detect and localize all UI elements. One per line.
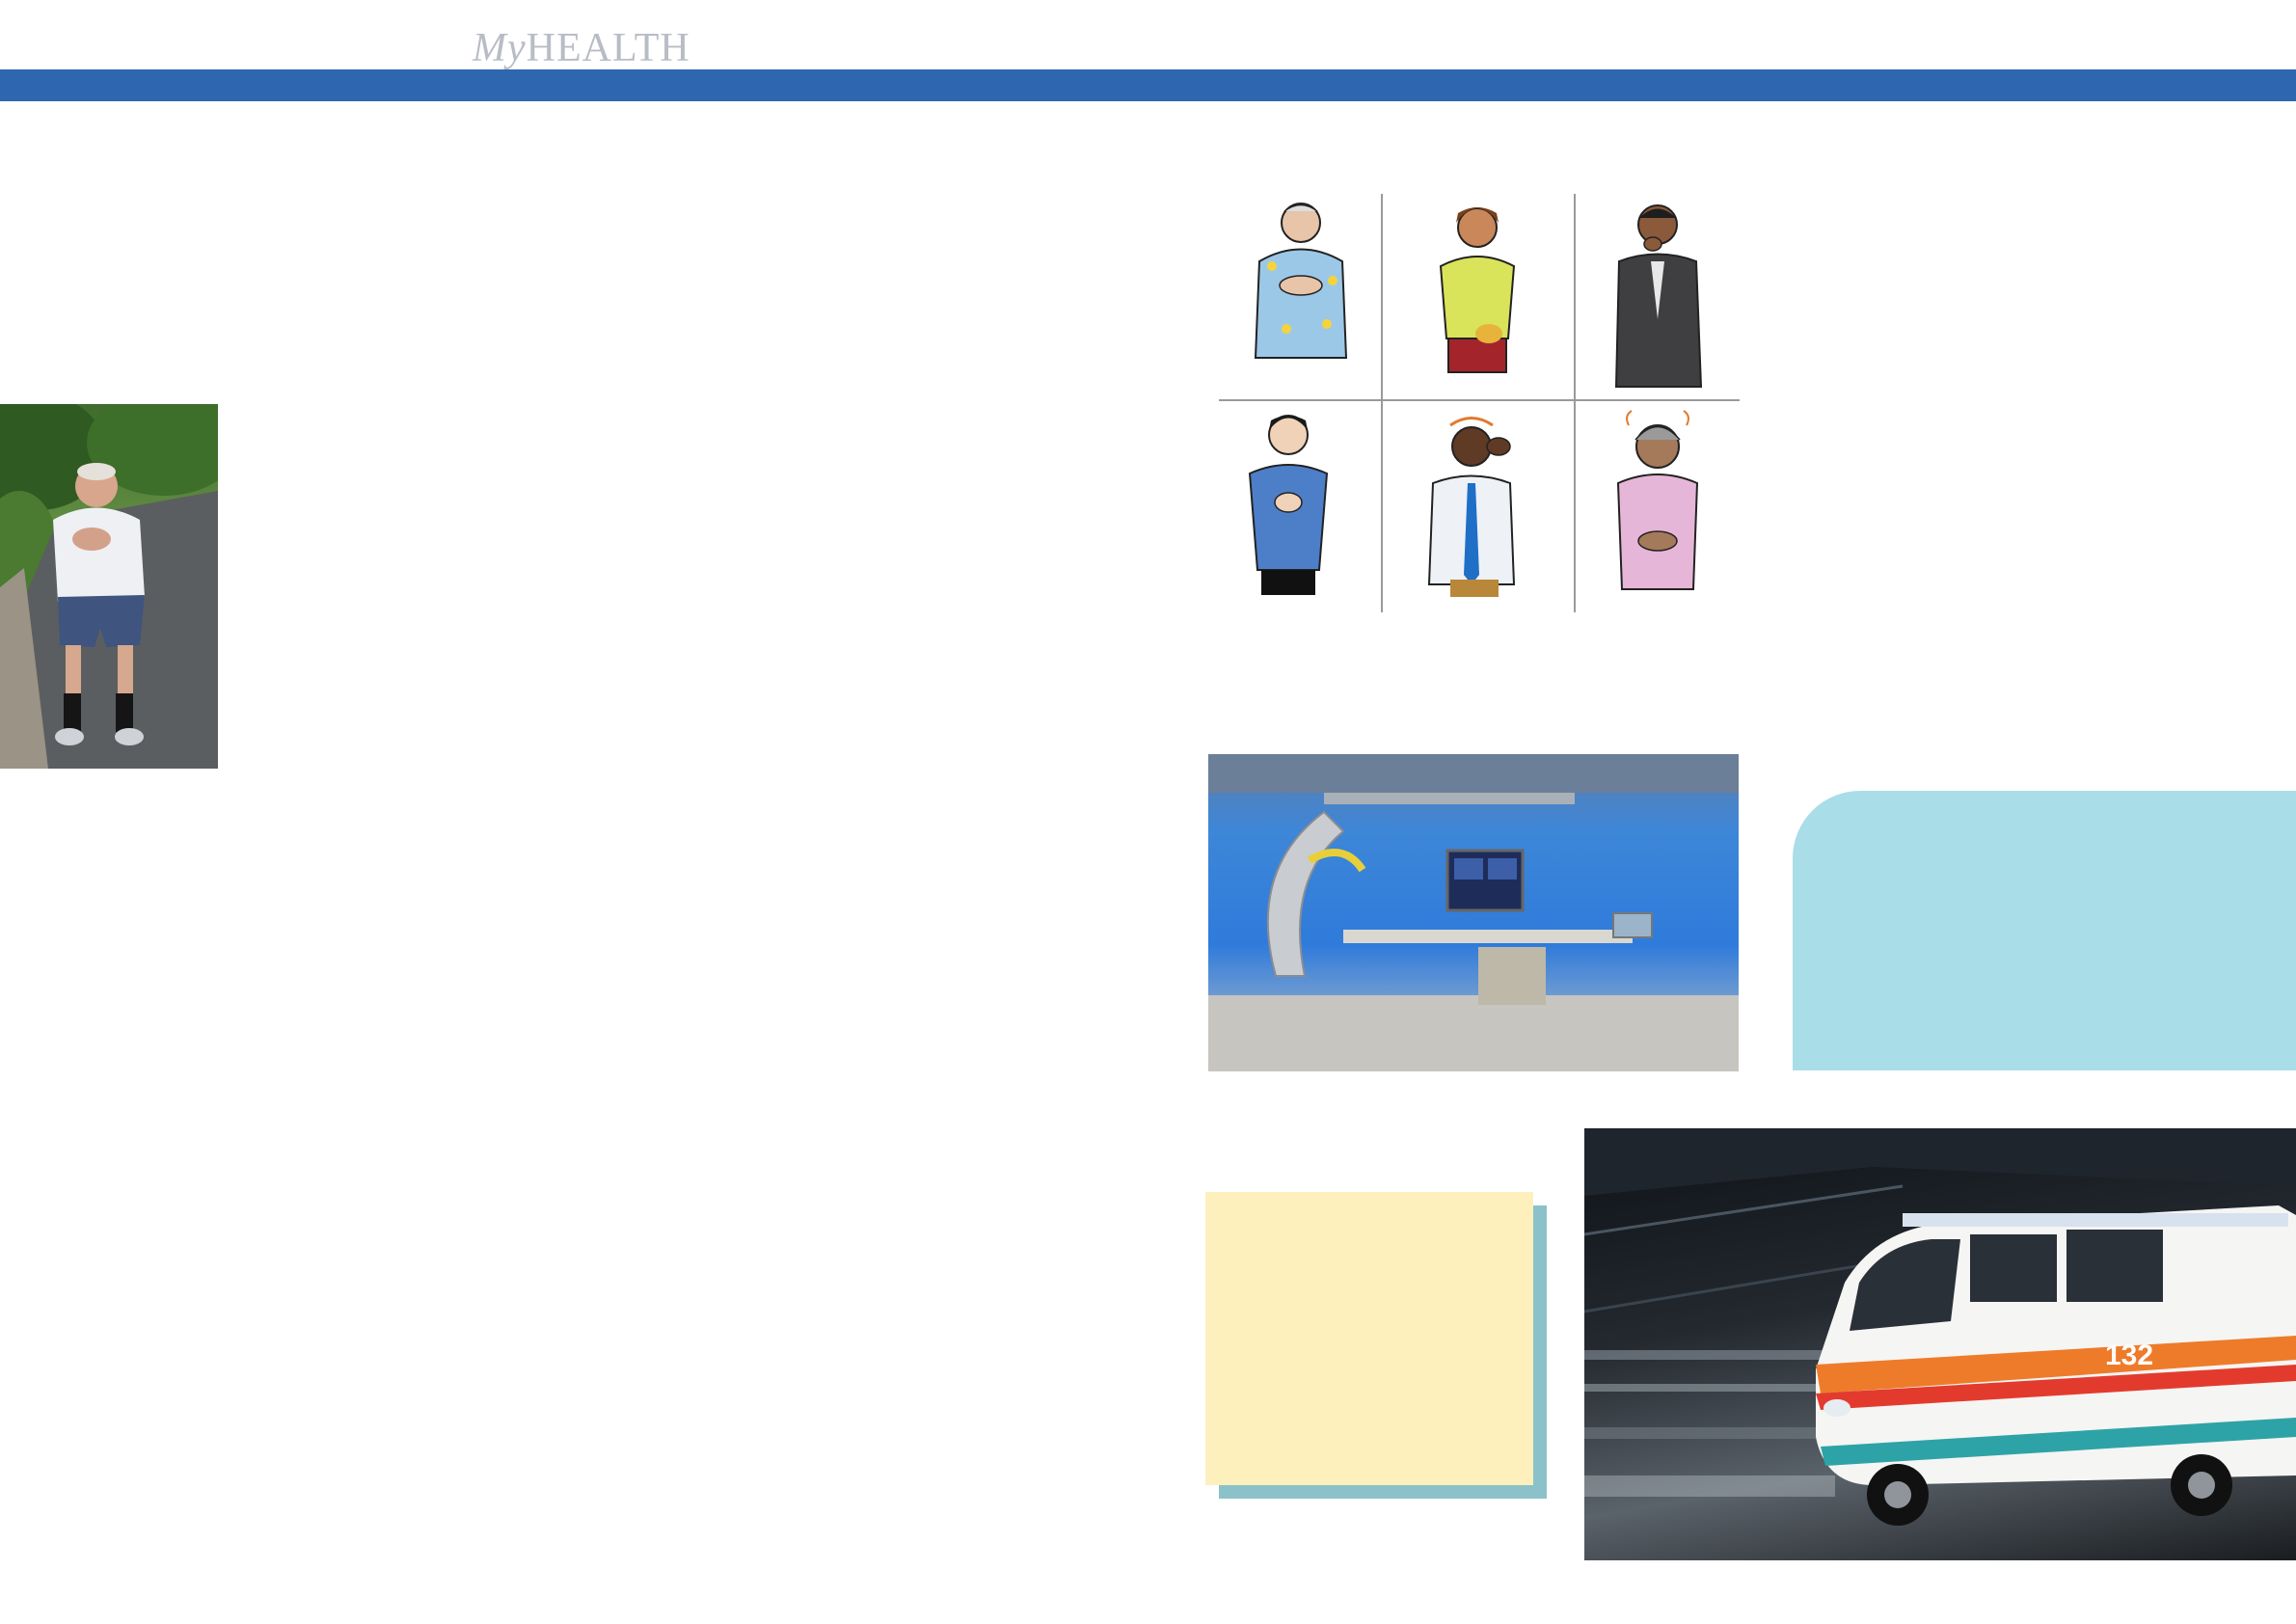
figure-dizziness — [1427, 417, 1516, 597]
ambulance-number: 132 — [2105, 1340, 2153, 1371]
info-panel — [1793, 791, 2296, 1070]
heart-attack-symptoms-illustration — [1219, 194, 1740, 612]
note-box — [1205, 1192, 1533, 1485]
figure-arm-pain — [1439, 207, 1516, 373]
brand-logo: My HEALTH — [473, 14, 690, 71]
figure-cold-sweat — [1616, 410, 1699, 590]
figure-shortness-of-breath — [1248, 415, 1329, 595]
catheterization-lab-photo — [1208, 754, 1739, 1071]
brand-name: HEALTH — [526, 26, 690, 70]
brand-prefix: My — [473, 26, 527, 70]
figure-jaw-pain — [1614, 204, 1703, 388]
header-band — [0, 69, 2296, 101]
figure-chest-pain — [1254, 203, 1348, 359]
ambulance-photo: 132 — [1584, 1128, 2296, 1560]
man-clutching-chest-photo — [0, 404, 218, 769]
